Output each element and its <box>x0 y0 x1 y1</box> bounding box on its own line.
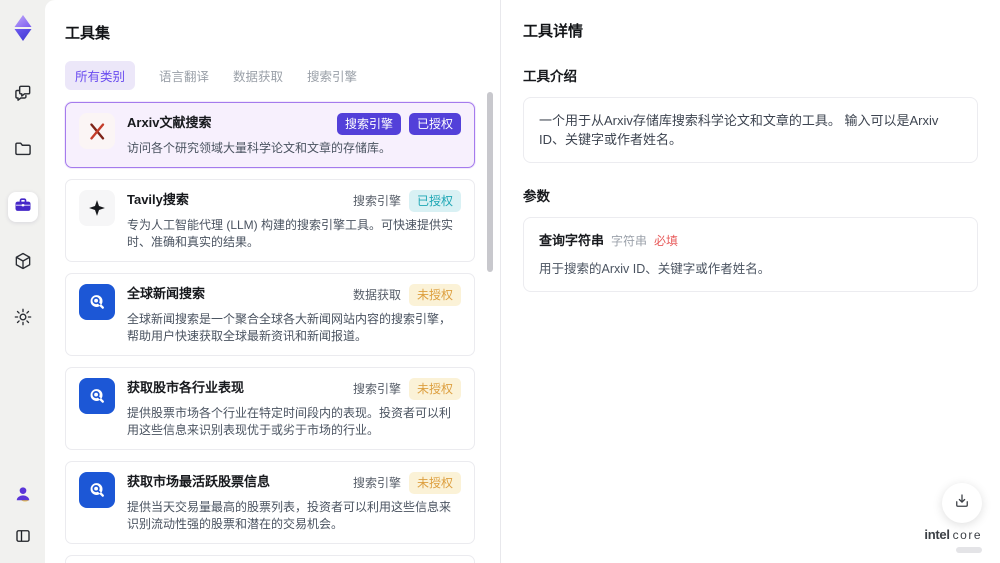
param-desc: 用于搜索的Arxiv ID、关键字或作者姓名。 <box>539 262 771 276</box>
user-icon <box>13 484 33 509</box>
category-badge: 搜索引擎 <box>352 382 401 396</box>
category-badge: 数据获取 <box>352 288 401 302</box>
auth-status-badge: 未授权 <box>408 472 461 494</box>
tool-badges: 搜索引擎 未授权 <box>353 472 461 494</box>
main-area: 工具集 所有类别 语言翻译 数据获取 搜索引擎 Arxiv文献搜索 搜索引擎 已授权 访问各… <box>45 0 1000 563</box>
settings-icon <box>13 307 33 332</box>
sidebar-item-settings[interactable] <box>8 304 38 334</box>
detail-title: 工具详情 <box>523 23 584 40</box>
auth-status-badge: 已授权 <box>408 113 461 135</box>
tool-badges: 搜索引擎 已授权 <box>336 113 461 135</box>
intro-box: 一个用于从Arxiv存储库搜索科学论文和文章的工具。 输入可以是Arxiv ID… <box>523 97 978 163</box>
list-scrollbar-track <box>487 88 493 563</box>
tool-card[interactable]: 全球新闻搜索 数据获取 未授权全球新闻搜索是一个聚合全球各大新闻网站内容的搜索引擎，… <box>65 273 475 356</box>
tool-description: 全球新闻搜索是一个聚合全球各大新闻网站内容的搜索引擎，帮助用户快速获取全球最新资… <box>127 312 452 343</box>
sidebar-item-account[interactable] <box>8 481 38 511</box>
tool-list: Arxiv文献搜索 搜索引擎 已授权 访问各个研究领域大量科学论文和文章的存储库。 Ta… <box>65 102 478 563</box>
app-logo-icon <box>7 12 39 44</box>
category-tab[interactable]: 搜索引擎 <box>307 61 357 90</box>
page-title: 工具集 <box>65 25 111 42</box>
sidebar-item-collapse[interactable] <box>8 523 38 553</box>
intel-sub-badge <box>956 547 982 553</box>
tool-badges: 数据获取 未授权 <box>353 284 461 306</box>
tool-name: 全球新闻搜索 <box>127 286 206 301</box>
tool-detail-panel: 工具详情 工具介绍 一个用于从Arxiv存储库搜索科学论文和文章的工具。 输入可… <box>500 0 1000 563</box>
param-type: 字符串 <box>611 234 648 248</box>
tool-description: 提供股票市场各个行业在特定时间段内的表现。投资者可以利用这些信息来识别表现优于或… <box>127 406 452 437</box>
app-window: 工具集 所有类别 语言翻译 数据获取 搜索引擎 Arxiv文献搜索 搜索引擎 已授权 访问各… <box>0 0 1000 563</box>
panel-toggle-icon <box>14 527 32 550</box>
params-heading: 参数 <box>523 189 550 204</box>
tool-description: 专为人工智能代理 (LLM) 构建的搜索引擎工具。可快速提供实时、准确和真实的结… <box>127 218 454 249</box>
arxiv-icon <box>79 113 115 149</box>
param-head: 查询字符串 字符串 必填 <box>539 231 962 251</box>
category-tab[interactable]: 数据获取 <box>233 61 283 90</box>
download-icon <box>953 492 971 515</box>
tool-list-panel: 工具集 所有类别 语言翻译 数据获取 搜索引擎 Arxiv文献搜索 搜索引擎 已授权 访问各… <box>45 0 500 563</box>
folder-icon <box>13 139 33 164</box>
star-icon <box>79 190 115 226</box>
param-name: 查询字符串 <box>539 233 605 248</box>
intro-text: 一个用于从Arxiv存储库搜索科学论文和文章的工具。 输入可以是Arxiv ID… <box>539 113 939 147</box>
intel-core-logo: intel core <box>924 528 982 555</box>
param-required-badge: 必填 <box>654 234 679 248</box>
sidebar <box>0 0 45 563</box>
tool-name: Tavily搜索 <box>127 192 189 207</box>
download-button[interactable] <box>942 483 982 523</box>
tool-name: Arxiv文献搜索 <box>127 115 212 130</box>
chat-icon <box>13 83 33 108</box>
sidebar-item-chat[interactable] <box>8 80 38 110</box>
core-brand-text: core <box>952 528 982 542</box>
category-badge: 搜索引擎 <box>352 476 401 490</box>
tool-card[interactable]: Arxiv文献搜索 搜索引擎 已授权访问各个研究领域大量科学论文和文章的存储库。 <box>65 102 475 168</box>
sidebar-item-tools[interactable] <box>7 192 38 222</box>
category-badge: 搜索引擎 <box>336 113 401 135</box>
sidebar-bottom <box>8 481 38 553</box>
tool-badges: 搜索引擎 未授权 <box>353 378 461 400</box>
sidebar-item-files[interactable] <box>8 136 38 166</box>
tool-card[interactable]: Tavily搜索 搜索引擎 已授权专为人工智能代理 (LLM) 构建的搜索引擎工具。… <box>65 179 475 262</box>
search-blue-icon <box>79 378 115 414</box>
tool-description: 提供当天交易量最高的股票列表，投资者可以利用这些信息来识别流动性强的股票和潜在的… <box>127 500 452 531</box>
sidebar-nav <box>7 80 38 334</box>
category-tab[interactable]: 所有类别 <box>65 61 136 90</box>
auth-status-badge: 未授权 <box>408 378 461 400</box>
category-tab[interactable]: 语言翻译 <box>159 61 209 90</box>
auth-status-badge: 已授权 <box>408 190 461 212</box>
tool-card[interactable]: 获取股市各行业表现 搜索引擎 未授权提供股票市场各个行业在特定时间段内的表现。投资者… <box>65 367 475 450</box>
search-blue-icon <box>79 472 115 508</box>
tool-card[interactable]: 万维地区新闻查询搜索引擎未授权查询具体行政区划内的新闻，快速了解各地新闻动态 <box>65 555 475 563</box>
tool-card[interactable]: 获取市场最活跃股票信息 搜索引擎 未授权提供当天交易量最高的股票列表，投资者可以利用… <box>65 461 475 544</box>
category-badge: 搜索引擎 <box>352 194 401 208</box>
list-scrollbar-thumb[interactable] <box>487 92 493 272</box>
param-box: 查询字符串 字符串 必填 用于搜索的Arxiv ID、关键字或作者姓名。 <box>523 217 978 292</box>
tool-description: 访问各个研究领域大量科学论文和文章的存储库。 <box>127 141 392 155</box>
auth-status-badge: 未授权 <box>408 284 461 306</box>
tool-name: 获取股市各行业表现 <box>127 380 245 395</box>
tool-name: 获取市场最活跃股票信息 <box>127 474 271 489</box>
intel-brand-text: intel <box>924 527 950 542</box>
category-tabs: 所有类别 语言翻译 数据获取 搜索引擎 <box>65 61 478 90</box>
toolbox-icon <box>13 195 33 220</box>
sidebar-item-plugins[interactable] <box>8 248 38 278</box>
intro-heading: 工具介绍 <box>523 69 577 84</box>
search-blue-icon <box>79 284 115 320</box>
cube-icon <box>13 251 33 276</box>
tool-badges: 搜索引擎 已授权 <box>353 190 461 212</box>
